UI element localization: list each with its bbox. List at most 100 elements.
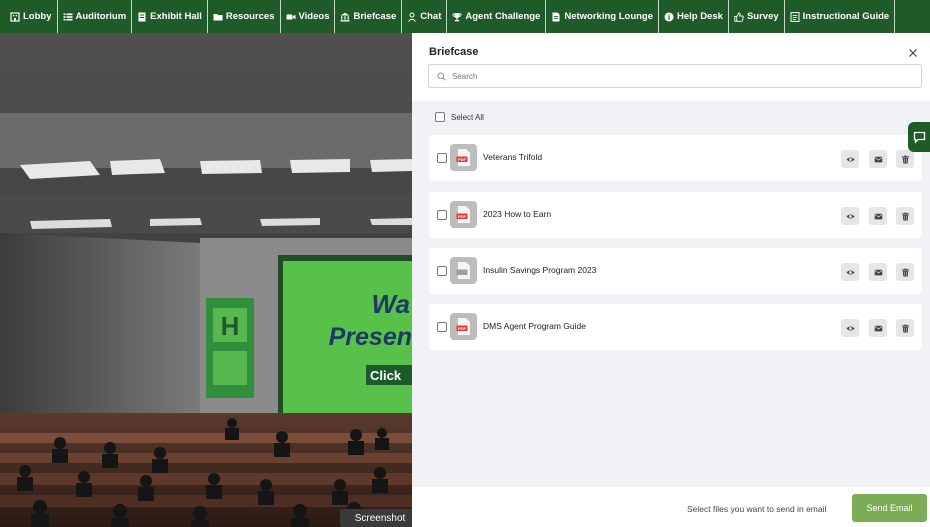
file-checkbox[interactable] xyxy=(437,322,447,332)
eye-icon xyxy=(845,269,855,275)
logo-letter: H xyxy=(221,311,240,341)
view-button[interactable] xyxy=(841,263,859,281)
view-button[interactable] xyxy=(841,150,859,168)
file-list-area: Select All PDF Veterans Trifold PDF 2023… xyxy=(412,101,930,487)
delete-button[interactable] xyxy=(896,319,914,337)
nav-survey-label: Survey xyxy=(746,11,779,22)
pdf-file-icon: PDF xyxy=(450,313,477,340)
building-icon xyxy=(10,11,20,22)
nav-briefcase[interactable]: Briefcase xyxy=(335,0,403,33)
envelope-icon xyxy=(874,156,882,162)
select-all[interactable]: Select All xyxy=(435,112,484,122)
trash-icon xyxy=(901,324,909,332)
pdf-badge: PDF xyxy=(458,157,467,162)
eye-icon xyxy=(845,156,855,162)
close-icon xyxy=(909,49,917,57)
file-checkbox[interactable] xyxy=(437,266,447,276)
nav-lobby-label: Lobby xyxy=(23,11,52,22)
delete-button[interactable] xyxy=(896,263,914,281)
screen-title-line2: Presen xyxy=(329,323,412,351)
email-button[interactable] xyxy=(869,263,887,281)
nav-networking-lounge-label: Networking Lounge xyxy=(564,11,654,22)
send-email-button[interactable]: Send Email xyxy=(852,494,927,522)
search-input[interactable] xyxy=(452,71,892,81)
file-name[interactable]: Insulin Savings Program 2023 xyxy=(483,265,596,275)
delete-button[interactable] xyxy=(896,207,914,225)
nav-resources-label: Resources xyxy=(225,11,275,22)
pdf-file-icon: PDF xyxy=(450,201,477,228)
file-name[interactable]: 2023 How to Earn xyxy=(483,209,551,219)
pdf-badge: PDF xyxy=(458,214,467,219)
file-name[interactable]: Veterans Trifold xyxy=(483,152,542,162)
thumbs-up-icon xyxy=(734,11,744,22)
nav-auditorium-label: Auditorium xyxy=(75,11,127,22)
nav-instructional-guide[interactable]: Instructional Guide xyxy=(785,0,896,33)
nav-briefcase-label: Briefcase xyxy=(353,11,397,22)
select-all-checkbox[interactable] xyxy=(435,112,445,122)
view-button[interactable] xyxy=(841,207,859,225)
folder-icon xyxy=(213,12,223,22)
email-button[interactable] xyxy=(869,319,887,337)
file-row: PDF 2023 How to Earn xyxy=(429,192,922,238)
pdf-file-icon: PDF xyxy=(450,144,477,171)
nav-videos[interactable]: Videos xyxy=(281,0,336,33)
close-button[interactable] xyxy=(906,46,920,60)
screen-click-button: Click xyxy=(370,368,402,383)
eye-icon xyxy=(845,213,855,219)
info-icon xyxy=(664,12,674,22)
nav-auditorium[interactable]: Auditorium xyxy=(58,0,133,33)
chat-bubble-icon xyxy=(913,131,925,144)
briefcase-footer: Select files you want to send in email S… xyxy=(412,487,930,527)
nav-chat[interactable]: Chat xyxy=(402,0,448,33)
file-row: PDF Veterans Trifold xyxy=(429,135,922,181)
nav-survey[interactable]: Survey xyxy=(729,0,785,33)
list-icon xyxy=(63,12,73,22)
panel-title: Briefcase xyxy=(429,46,479,58)
footer-hint: Select files you want to send in email xyxy=(687,504,827,514)
nav-chat-label: Chat xyxy=(420,11,442,22)
chat-toggle-button[interactable] xyxy=(908,122,930,152)
nav-exhibit-hall-label: Exhibit Hall xyxy=(150,11,202,22)
nav-exhibit-hall[interactable]: Exhibit Hall xyxy=(132,0,208,33)
screenshot-label: Screenshot xyxy=(340,509,420,527)
nav-instructional-guide-label: Instructional Guide xyxy=(802,11,890,22)
nav-help-desk[interactable]: Help Desk xyxy=(659,0,729,33)
briefcase-panel: Briefcase Select All PDF Veterans Trifol… xyxy=(412,33,930,527)
auditorium-scene[interactable]: H Wa Presen Click xyxy=(0,33,412,527)
search-box[interactable] xyxy=(428,64,922,88)
pdf-badge: PDF xyxy=(458,326,467,331)
eye-icon xyxy=(845,325,855,331)
file-checkbox[interactable] xyxy=(437,153,447,163)
booth-icon xyxy=(137,12,147,22)
envelope-icon xyxy=(874,269,882,275)
generic-file-icon xyxy=(450,257,477,284)
file-checkbox[interactable] xyxy=(437,210,447,220)
document-icon xyxy=(551,12,561,22)
trophy-icon xyxy=(452,12,462,22)
file-row: Insulin Savings Program 2023 xyxy=(429,248,922,294)
view-button[interactable] xyxy=(841,319,859,337)
email-button[interactable] xyxy=(869,150,887,168)
top-nav: Lobby Auditorium Exhibit Hall Resources … xyxy=(0,0,930,33)
nav-resources[interactable]: Resources xyxy=(208,0,281,33)
nav-lobby[interactable]: Lobby xyxy=(8,0,58,33)
screen-title-line1: Wa xyxy=(371,289,410,319)
file-row: PDF DMS Agent Program Guide xyxy=(429,304,922,350)
delete-button[interactable] xyxy=(896,150,914,168)
trash-icon xyxy=(901,212,909,220)
briefcase-header: Briefcase xyxy=(412,33,930,101)
person-icon xyxy=(407,12,417,22)
nav-networking-lounge[interactable]: Networking Lounge xyxy=(546,0,660,33)
trash-icon xyxy=(901,268,909,276)
nav-agent-challenge[interactable]: Agent Challenge xyxy=(447,0,547,33)
email-button[interactable] xyxy=(869,207,887,225)
envelope-icon xyxy=(874,213,882,219)
briefcase-icon xyxy=(340,12,350,22)
trash-icon xyxy=(901,155,909,163)
nav-videos-label: Videos xyxy=(298,11,330,22)
nav-agent-challenge-label: Agent Challenge xyxy=(465,11,541,22)
guide-icon xyxy=(790,11,800,22)
select-all-label: Select All xyxy=(451,112,484,122)
envelope-icon xyxy=(874,325,882,331)
file-name[interactable]: DMS Agent Program Guide xyxy=(483,321,586,331)
